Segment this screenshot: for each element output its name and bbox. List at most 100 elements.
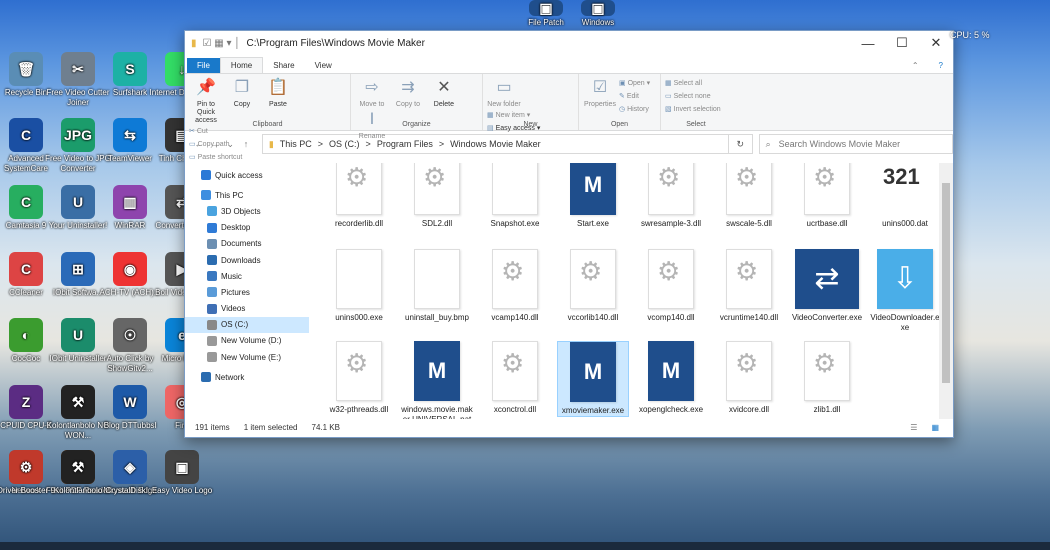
refresh-icon[interactable]: ↻ [729,134,753,154]
nav-item-label: New Volume (D:) [221,336,282,346]
breadcrumb-separator[interactable]: > [318,139,323,149]
app-icon: 🗑 [9,52,43,86]
file-item[interactable]: swscale-5.dll [713,163,785,229]
nav-item[interactable]: OS (C:) [185,316,309,333]
copy-path-button[interactable]: ▭ Copy path [189,138,242,151]
file-item[interactable]: vcruntime140.dll [713,249,785,323]
file-item[interactable]: vccorlib140.dll [557,249,629,323]
history-button[interactable]: ◷ History [619,103,650,116]
file-item[interactable]: Mxopenglcheck.exe [635,341,707,415]
copy-to-button[interactable]: ⇉ Copy to [391,77,425,109]
desktop-icon[interactable]: ◈ CrystalDiskI... [94,450,166,496]
new-folder-label: New folder [487,101,521,108]
copy-button[interactable]: ❐ Copy [225,77,259,109]
nav-item[interactable]: Documents [185,236,309,252]
select-none-button[interactable]: ▭ Select none [665,90,727,103]
close-button[interactable]: ✕ [919,31,953,55]
file-item[interactable]: SDL2.dll [401,163,473,229]
clipboard-group: 📌 Pin to Quick access ❐ Copy 📋 Paste ✂ Cut ▭… [185,74,351,161]
nav-item[interactable]: Quick access [185,167,309,183]
file-item[interactable]: 321 unins000.dat [869,163,941,229]
desktop-icon[interactable]: ▣ Windows [562,0,634,28]
properties-button[interactable]: ☑ Properties [583,77,617,109]
taskbar[interactable] [0,542,1050,550]
nav-icon [201,170,211,181]
nav-item[interactable]: Network [185,369,309,385]
file-item[interactable]: Snapshot.exe [479,163,551,229]
breadcrumb-item[interactable]: This PC [280,139,312,149]
folder-icon: ▮ [191,37,197,49]
nav-item[interactable]: Downloads [185,252,309,268]
file-item[interactable]: ucrtbase.dll [791,163,863,229]
open-button[interactable]: ▣ Open ▾ [619,77,650,90]
breadcrumb-separator[interactable]: > [439,139,444,149]
file-item[interactable]: vcomp140.dll [635,249,707,323]
nav-item[interactable]: Pictures [185,284,309,300]
nav-item[interactable]: New Volume (E:) [185,349,309,365]
scrollbar[interactable] [939,163,953,419]
file-item[interactable]: ⇩ VideoDownloader.exe [869,249,941,333]
explorer-window: ▮ ☑ ▦ ▾ │ C:\Program Files\Windows Movie… [184,30,954,438]
history-icon: ◷ [618,106,626,113]
nav-icon [207,271,217,282]
nav-item[interactable]: New Volume (D:) [185,333,309,349]
maximize-button[interactable]: ☐ [885,31,919,55]
scrollbar-thumb[interactable] [942,183,950,383]
nav-item[interactable]: Videos [185,301,309,317]
large-icons-view-icon[interactable]: ▦ [931,423,939,432]
file-icon [570,249,616,309]
file-item[interactable]: M Start.exe [557,163,629,229]
tab-share[interactable]: Share [263,58,304,73]
nav-icon [207,352,217,363]
nav-item[interactable]: 3D Objects [185,203,309,219]
pin-quick-access-button[interactable]: 📌 Pin to Quick access [189,77,223,125]
window-title: C:\Program Files\Windows Movie Maker [246,37,425,49]
item-count: 191 items [195,422,230,432]
paste-button[interactable]: 📋 Paste [261,77,295,109]
file-item[interactable]: ⇄ VideoConverter.exe [791,249,863,323]
select-all-button[interactable]: ▦ Select all [665,77,727,90]
breadcrumb-item[interactable]: Windows Movie Maker [450,139,541,149]
nav-item[interactable]: Desktop [185,220,309,236]
file-icon: M [648,341,694,401]
file-item[interactable]: Mxmoviemaker.exe [557,341,629,417]
app-icon: ⊞ [61,252,95,286]
edit-button[interactable]: ✎ Edit [619,90,650,103]
file-item[interactable]: Mwindows.movie.maker UNIVERSAL-patcher.e… [401,341,473,419]
file-item[interactable]: xconctrol.dll [479,341,551,415]
paste-icon: 📋 [267,79,288,96]
address-bar[interactable]: ▮ This PC > OS (C:) > Program Files > Windows M… [261,134,730,154]
help-icon[interactable]: ? [929,58,953,73]
file-name: VideoConverter.exe [791,313,863,322]
minimize-button[interactable]: — [851,31,885,55]
tab-view[interactable]: View [305,58,342,73]
new-folder-button[interactable]: ▭ New folder [487,77,521,109]
delete-button[interactable]: ✕ Delete [427,77,461,109]
file-icon [414,163,460,215]
nav-item[interactable]: Music [185,268,309,284]
file-item[interactable]: unins000.exe [323,249,395,323]
file-item[interactable]: recorderlib.dll [323,163,395,229]
select-all-icon: ▦ [665,80,672,87]
open-group: ☑ Properties ▣ Open ▾ ✎ Edit ◷ History Open [579,74,661,130]
tab-home[interactable]: Home [219,57,264,73]
nav-item-label: Downloads [221,255,261,265]
file-item[interactable]: swresample-3.dll [635,163,707,229]
quick-access-toolbar[interactable]: ☑ ▦ ▾ │ [203,38,241,49]
tab-file[interactable]: File [187,58,220,73]
file-item[interactable]: xvidcore.dll [713,341,785,415]
file-item[interactable]: vcamp140.dll [479,249,551,323]
file-name: vccorlib140.dll [567,313,619,322]
move-to-button[interactable]: ⇨ Move to [355,77,389,109]
file-item[interactable]: w32-pthreads.dll [323,341,395,415]
file-item[interactable]: zlib1.dll [791,341,863,415]
file-item[interactable]: uninstall_buy.bmp [401,249,473,323]
nav-item[interactable]: This PC [185,187,309,203]
nav-item-label: 3D Objects [221,206,261,216]
search-input[interactable]: ⌕ Search Windows Movie Maker [758,134,953,154]
search-placeholder: Search Windows Movie Maker [778,139,901,149]
chevron-up-icon[interactable]: ⌃ [902,58,929,73]
details-view-icon[interactable]: ☰ [910,423,917,432]
invert-selection-button[interactable]: ▧ Invert selection [665,103,727,116]
app-icon: W [113,385,147,419]
